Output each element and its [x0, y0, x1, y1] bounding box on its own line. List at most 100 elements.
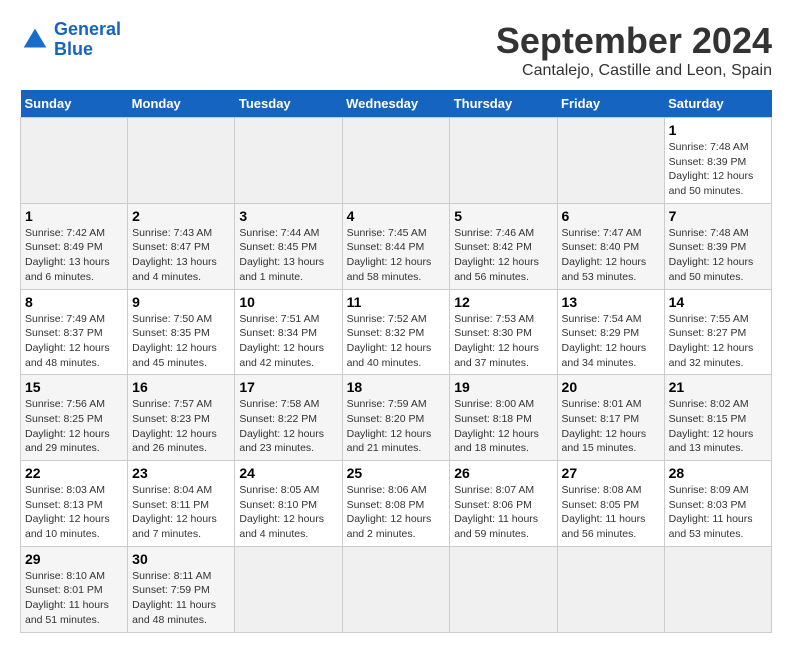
day-info: Sunrise: 7:52 AMSunset: 8:32 PMDaylight:…	[347, 312, 446, 371]
calendar-day-cell: 4 Sunrise: 7:45 AMSunset: 8:44 PMDaylight…	[342, 203, 450, 289]
calendar-day-cell	[342, 118, 450, 204]
day-info: Sunrise: 7:44 AMSunset: 8:45 PMDaylight:…	[239, 226, 337, 285]
calendar-day-cell	[557, 546, 664, 632]
weekday-header-cell: Saturday	[664, 90, 771, 118]
calendar-day-cell: 24Sunrise: 8:05 AMSunset: 8:10 PMDayligh…	[235, 461, 342, 547]
day-info: Sunrise: 7:46 AMSunset: 8:42 PMDaylight:…	[454, 226, 552, 285]
day-info: Sunrise: 8:09 AMSunset: 8:03 PMDaylight:…	[669, 483, 767, 542]
day-number: 28	[669, 465, 767, 481]
calendar-body: 1Sunrise: 7:48 AMSunset: 8:39 PMDaylight…	[21, 118, 772, 633]
day-info: Sunrise: 8:05 AMSunset: 8:10 PMDaylight:…	[239, 483, 337, 542]
day-info: Sunrise: 7:50 AMSunset: 8:35 PMDaylight:…	[132, 312, 230, 371]
day-info: Sunrise: 7:47 AMSunset: 8:40 PMDaylight:…	[562, 226, 660, 285]
day-number: 27	[562, 465, 660, 481]
day-number: 21	[669, 379, 767, 395]
day-number: 15	[25, 379, 123, 395]
day-info: Sunrise: 7:51 AMSunset: 8:34 PMDaylight:…	[239, 312, 337, 371]
calendar-day-cell: 7Sunrise: 7:48 AMSunset: 8:39 PMDaylight…	[664, 203, 771, 289]
day-number: 11	[347, 294, 446, 310]
logo-icon	[20, 25, 50, 55]
day-number: 6	[562, 208, 660, 224]
calendar-day-cell	[235, 118, 342, 204]
day-info: Sunrise: 7:57 AMSunset: 8:23 PMDaylight:…	[132, 397, 230, 456]
calendar-day-cell: 28 Sunrise: 8:09 AMSunset: 8:03 PMDayligh…	[664, 461, 771, 547]
calendar-day-cell: 16 Sunrise: 7:57 AMSunset: 8:23 PMDayligh…	[128, 375, 235, 461]
day-number: 12	[454, 294, 552, 310]
day-number: 9	[132, 294, 230, 310]
day-number: 7	[669, 208, 767, 224]
logo-text: General Blue	[54, 20, 121, 60]
day-info: Sunrise: 7:45 AMSunset: 8:44 PMDaylight:…	[347, 226, 446, 285]
calendar-day-cell	[450, 546, 557, 632]
calendar-day-cell: 20 Sunrise: 8:01 AMSunset: 8:17 PMDayligh…	[557, 375, 664, 461]
calendar-day-cell	[450, 118, 557, 204]
day-number: 20	[562, 379, 660, 395]
calendar-day-cell: 6 Sunrise: 7:47 AMSunset: 8:40 PMDaylight…	[557, 203, 664, 289]
day-info: Sunrise: 8:10 AMSunset: 8:01 PMDaylight:…	[25, 569, 123, 628]
calendar-day-cell: 29 Sunrise: 8:10 AMSunset: 8:01 PMDayligh…	[21, 546, 128, 632]
calendar-day-cell: 1Sunrise: 7:48 AMSunset: 8:39 PMDaylight…	[664, 118, 771, 204]
calendar-day-cell: 13Sunrise: 7:54 AMSunset: 8:29 PMDayligh…	[557, 289, 664, 375]
day-number: 26	[454, 465, 552, 481]
calendar-day-cell: 17 Sunrise: 7:58 AMSunset: 8:22 PMDayligh…	[235, 375, 342, 461]
calendar-day-cell: 30 Sunrise: 8:11 AMSunset: 7:59 PMDayligh…	[128, 546, 235, 632]
calendar-day-cell: 25Sunrise: 8:06 AMSunset: 8:08 PMDayligh…	[342, 461, 450, 547]
calendar-day-cell	[557, 118, 664, 204]
day-info: Sunrise: 7:54 AMSunset: 8:29 PMDaylight:…	[562, 312, 660, 371]
day-number: 17	[239, 379, 337, 395]
logo: General Blue	[20, 20, 121, 60]
day-info: Sunrise: 7:56 AMSunset: 8:25 PMDaylight:…	[25, 397, 123, 456]
calendar-day-cell: 26 Sunrise: 8:07 AMSunset: 8:06 PMDayligh…	[450, 461, 557, 547]
day-number: 22	[25, 465, 123, 481]
weekday-header-cell: Thursday	[450, 90, 557, 118]
calendar-day-cell: 12Sunrise: 7:53 AMSunset: 8:30 PMDayligh…	[450, 289, 557, 375]
day-number: 5	[454, 208, 552, 224]
calendar-day-cell	[235, 546, 342, 632]
day-info: Sunrise: 7:58 AMSunset: 8:22 PMDaylight:…	[239, 397, 337, 456]
calendar-day-cell: 3Sunrise: 7:44 AMSunset: 8:45 PMDaylight…	[235, 203, 342, 289]
day-info: Sunrise: 8:02 AMSunset: 8:15 PMDaylight:…	[669, 397, 767, 456]
calendar-day-cell	[128, 118, 235, 204]
day-number: 10	[239, 294, 337, 310]
weekday-header-cell: Tuesday	[235, 90, 342, 118]
calendar-day-cell: 1Sunrise: 7:42 AMSunset: 8:49 PMDaylight…	[21, 203, 128, 289]
calendar-week-row: 1Sunrise: 7:48 AMSunset: 8:39 PMDaylight…	[21, 118, 772, 204]
calendar-day-cell: 5 Sunrise: 7:46 AMSunset: 8:42 PMDaylight…	[450, 203, 557, 289]
calendar-day-cell: 15 Sunrise: 7:56 AMSunset: 8:25 PMDayligh…	[21, 375, 128, 461]
day-number: 23	[132, 465, 230, 481]
day-info: Sunrise: 7:43 AMSunset: 8:47 PMDaylight:…	[132, 226, 230, 285]
day-number: 14	[669, 294, 767, 310]
day-number: 29	[25, 551, 123, 567]
calendar-day-cell	[342, 546, 450, 632]
day-info: Sunrise: 8:00 AMSunset: 8:18 PMDaylight:…	[454, 397, 552, 456]
header: General Blue September 2024 Cantalejo, C…	[20, 20, 772, 80]
weekday-header-cell: Friday	[557, 90, 664, 118]
calendar-day-cell: 22Sunrise: 8:03 AMSunset: 8:13 PMDayligh…	[21, 461, 128, 547]
day-number: 25	[347, 465, 446, 481]
day-info: Sunrise: 8:07 AMSunset: 8:06 PMDaylight:…	[454, 483, 552, 542]
location-title: Cantalejo, Castille and Leon, Spain	[496, 62, 772, 80]
day-number: 8	[25, 294, 123, 310]
calendar-day-cell: 11 Sunrise: 7:52 AMSunset: 8:32 PMDayligh…	[342, 289, 450, 375]
calendar-day-cell: 19Sunrise: 8:00 AMSunset: 8:18 PMDayligh…	[450, 375, 557, 461]
day-info: Sunrise: 8:11 AMSunset: 7:59 PMDaylight:…	[132, 569, 230, 628]
day-number: 30	[132, 551, 230, 567]
day-number: 1	[669, 122, 767, 138]
calendar-week-row: 8 Sunrise: 7:49 AMSunset: 8:37 PMDaylight…	[21, 289, 772, 375]
calendar-day-cell: 14Sunrise: 7:55 AMSunset: 8:27 PMDayligh…	[664, 289, 771, 375]
calendar-day-cell: 8 Sunrise: 7:49 AMSunset: 8:37 PMDaylight…	[21, 289, 128, 375]
month-title: September 2024	[496, 20, 772, 62]
weekday-header-cell: Monday	[128, 90, 235, 118]
day-number: 4	[347, 208, 446, 224]
day-info: Sunrise: 7:49 AMSunset: 8:37 PMDaylight:…	[25, 312, 123, 371]
day-info: Sunrise: 8:08 AMSunset: 8:05 PMDaylight:…	[562, 483, 660, 542]
calendar-week-row: 22Sunrise: 8:03 AMSunset: 8:13 PMDayligh…	[21, 461, 772, 547]
calendar-day-cell: 27 Sunrise: 8:08 AMSunset: 8:05 PMDayligh…	[557, 461, 664, 547]
day-info: Sunrise: 7:42 AMSunset: 8:49 PMDaylight:…	[25, 226, 123, 285]
day-info: Sunrise: 7:59 AMSunset: 8:20 PMDaylight:…	[347, 397, 446, 456]
calendar-day-cell	[21, 118, 128, 204]
day-info: Sunrise: 8:01 AMSunset: 8:17 PMDaylight:…	[562, 397, 660, 456]
weekday-header-cell: Wednesday	[342, 90, 450, 118]
day-number: 16	[132, 379, 230, 395]
day-info: Sunrise: 8:04 AMSunset: 8:11 PMDaylight:…	[132, 483, 230, 542]
